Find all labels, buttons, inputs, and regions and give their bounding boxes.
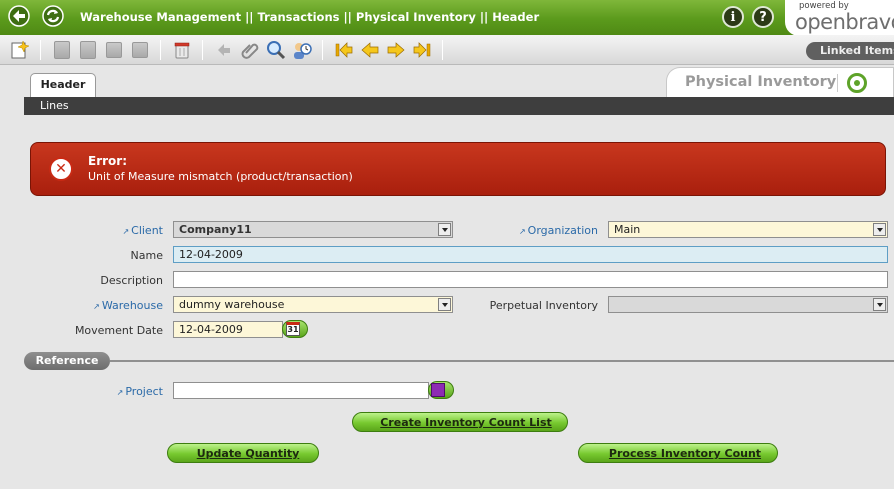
warehouse-select[interactable]: dummy warehouse [173,296,453,313]
copy-record-icon [52,40,72,60]
project-search-button[interactable] [428,381,454,399]
project-label[interactable]: Project [100,385,163,398]
warehouse-value: dummy warehouse [179,298,285,311]
tab-lines[interactable]: Lines [40,99,69,112]
breadcrumb: Warehouse Management || Transactions || … [80,10,540,24]
calendar-icon: 31 [286,322,300,336]
project-input[interactable] [173,382,429,399]
tab-header[interactable]: Header [30,73,96,97]
openbravo-logo: powered by openbravo [785,0,894,36]
chevron-down-icon[interactable] [438,223,451,236]
copy-lines-icon [78,40,98,60]
refresh-icon[interactable] [42,5,64,27]
top-bar: Warehouse Management || Transactions || … [0,0,894,36]
info-icon[interactable]: i [722,6,744,28]
description-label: Description [100,274,163,287]
client-select[interactable]: Company11 [173,221,453,238]
window-title: Physical Inventory [685,74,837,90]
reference-section-bar: Reference [24,352,894,370]
error-title: Error: [88,154,127,168]
subtab-bar: Lines [24,97,894,115]
audit-trail-icon[interactable] [292,40,312,60]
process-inventory-count-button[interactable]: Process Inventory Count [578,443,778,463]
save-icon [104,40,124,60]
update-quantity-button[interactable]: Update Quantity [167,443,319,463]
previous-record-icon[interactable] [360,40,380,60]
chevron-down-icon[interactable] [873,223,886,236]
next-record-icon[interactable] [386,40,406,60]
help-icon[interactable]: ? [752,6,774,28]
save-new-icon [130,40,150,60]
client-value: Company11 [179,223,252,236]
calendar-day: 31 [287,325,299,334]
description-input[interactable] [173,271,888,288]
linked-items-tab[interactable]: Linked Items [806,42,894,60]
search-popup-icon [431,383,445,397]
client-label[interactable]: Client [105,224,163,237]
chevron-down-icon[interactable] [438,298,451,311]
create-inventory-count-list-button[interactable]: Create Inventory Count List [352,412,568,432]
attachment-icon[interactable] [240,40,260,60]
warehouse-label[interactable]: Warehouse [80,299,163,312]
window-title-box: Physical Inventory [666,67,894,97]
back-icon[interactable] [8,5,30,27]
organization-value: Main [614,223,641,236]
reference-section-title[interactable]: Reference [24,352,110,370]
search-icon[interactable] [266,40,286,60]
organization-select[interactable]: Main [608,221,888,238]
error-message-box: ✕ Error: Unit of Measure mismatch (produ… [30,142,886,196]
toolbar [0,35,894,65]
perpetual-inventory-select[interactable] [608,296,888,313]
name-label: Name [130,249,163,262]
undo-icon [214,40,234,60]
name-input[interactable]: 12-04-2009 [173,246,888,263]
error-icon: ✕ [49,157,73,181]
last-record-icon[interactable] [412,40,432,60]
perpetual-inventory-label: Perpetual Inventory [489,299,598,312]
organization-label[interactable]: Organization [510,224,598,237]
movement-date-label: Movement Date [74,324,163,337]
new-record-icon[interactable] [10,40,30,60]
delete-icon[interactable] [172,40,192,60]
first-record-icon[interactable] [334,40,354,60]
logo-name: openbravo [795,10,894,34]
openbravo-icon [847,73,867,93]
error-message: Unit of Measure mismatch (product/transa… [88,170,353,183]
movement-date-input[interactable]: 12-04-2009 [173,321,283,338]
calendar-button[interactable]: 31 [282,320,308,338]
tab-area: Header Physical Inventory [0,65,894,97]
chevron-down-icon[interactable] [873,298,886,311]
